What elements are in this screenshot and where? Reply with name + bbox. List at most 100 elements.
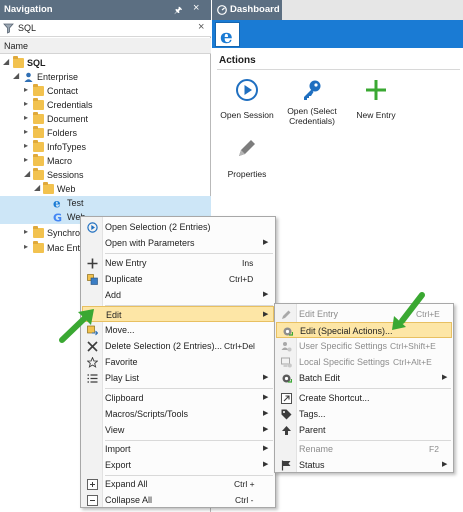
menu-item-label: Open Selection (2 Entries)	[105, 222, 211, 232]
menu-item-label: Export	[105, 460, 132, 470]
expanded-chevron-icon[interactable]: ◢	[34, 183, 40, 192]
submenu-local-specific-settings[interactable]: Local Specific Settings Ctrl+Alt+E	[276, 354, 452, 370]
submenu-batch-edit[interactable]: Batch Edit ▶	[276, 370, 452, 386]
menu-delete-selection[interactable]: Delete Selection (2 Entries)... Ctrl+Del	[82, 338, 274, 354]
menu-expand-all[interactable]: Expand All Ctrl +	[82, 476, 274, 492]
menu-edit[interactable]: Edit ▶	[82, 306, 274, 322]
submenu-tags[interactable]: Tags...	[276, 406, 452, 422]
menu-import[interactable]: Import ▶	[82, 441, 274, 457]
menu-separator	[105, 253, 273, 254]
submenu-create-shortcut[interactable]: Create Shortcut...	[276, 390, 452, 406]
menu-clipboard[interactable]: Clipboard ▶	[82, 390, 274, 406]
menu-item-shortcut: Ctrl+D	[229, 274, 254, 284]
menu-macros-scripts-tools[interactable]: Macros/Scripts/Tools ▶	[82, 406, 274, 422]
tree-item-enterprise[interactable]: ◢ Enterprise	[0, 70, 211, 84]
submenu-arrow-icon: ▶	[263, 239, 269, 246]
menu-item-label: New Entry	[105, 258, 147, 268]
tree-item-contact[interactable]: ▸ Contact	[0, 84, 211, 98]
menu-item-label: Rename	[299, 444, 334, 454]
collapsed-chevron-icon[interactable]: ▸	[24, 113, 28, 122]
menu-open-with-parameters[interactable]: Open with Parameters ▶	[82, 235, 274, 251]
tree-item-web-folder[interactable]: ◢ Web	[0, 182, 211, 196]
close-icon[interactable]: ×	[193, 2, 199, 14]
menu-export[interactable]: Export ▶	[82, 457, 274, 473]
menu-item-label: Move...	[105, 325, 135, 335]
collapsed-chevron-icon[interactable]: ▸	[24, 99, 28, 108]
pin-icon[interactable]: 🖈	[174, 3, 182, 19]
submenu-arrow-icon: ▶	[263, 291, 269, 298]
menu-view[interactable]: View ▶	[82, 422, 274, 438]
search-input[interactable]: SQL	[18, 23, 36, 33]
collapsed-chevron-icon[interactable]: ▸	[24, 141, 28, 150]
expanded-chevron-icon[interactable]: ◢	[24, 169, 30, 178]
menu-new-entry[interactable]: New Entry Ins	[82, 255, 274, 271]
menu-item-shortcut: Ins	[242, 258, 254, 268]
filter-icon[interactable]	[3, 22, 14, 34]
user-settings-icon	[281, 342, 292, 352]
navigation-header: Navigation 🖈 ×	[0, 0, 211, 20]
tree-item-macro[interactable]: ▸ Macro	[0, 154, 211, 168]
tree-item-document[interactable]: ▸ Document	[0, 112, 211, 126]
collapsed-chevron-icon[interactable]: ▸	[24, 155, 28, 164]
tree-item-sessions[interactable]: ◢ Sessions	[0, 168, 211, 182]
tree-item-sql[interactable]: ◢ SQL	[0, 56, 211, 70]
submenu-arrow-icon: ▶	[442, 461, 448, 468]
expand-icon	[87, 479, 98, 490]
tree-item-credentials[interactable]: ▸ Credentials	[0, 98, 211, 112]
tree-item-label: Test	[67, 198, 84, 208]
open-session-action[interactable]: Open Session	[214, 78, 280, 128]
tree-item-label: Credentials	[47, 100, 93, 110]
folder-icon	[33, 98, 44, 110]
menu-open-selection[interactable]: Open Selection (2 Entries)	[82, 219, 274, 235]
name-column-header[interactable]: Name	[0, 38, 211, 54]
collapsed-chevron-icon[interactable]: ▸	[24, 85, 28, 94]
menu-item-label: Status	[299, 460, 325, 470]
menu-item-label: Delete Selection (2 Entries)...	[105, 341, 223, 351]
menu-add[interactable]: Add ▶	[82, 287, 274, 303]
expanded-chevron-icon[interactable]: ◢	[3, 57, 9, 66]
open-select-credentials-action[interactable]: Open (Select Credentials)	[279, 78, 345, 128]
tab-dashboard[interactable]: Dashboard	[212, 0, 282, 20]
menu-item-label: Clipboard	[105, 393, 144, 403]
annotation-arrow-special-actions	[392, 292, 425, 330]
user-icon	[24, 72, 33, 82]
tree-item-label: SQL	[27, 58, 46, 68]
menu-item-label: Play List	[105, 373, 140, 383]
folder-icon	[33, 112, 44, 124]
clear-search-icon[interactable]: ×	[198, 21, 204, 33]
menu-item-shortcut: F2	[429, 444, 439, 454]
menu-collapse-all[interactable]: Collapse All Ctrl -	[82, 492, 274, 508]
batch-edit-icon	[282, 374, 292, 383]
menu-item-label: Import	[105, 444, 131, 454]
submenu-arrow-icon: ▶	[263, 311, 269, 318]
menu-item-label: View	[105, 425, 125, 435]
annotation-arrow-edit	[59, 309, 94, 343]
tree-item-label: Web	[57, 184, 76, 194]
submenu-status[interactable]: Status ▶	[276, 457, 452, 473]
submenu-parent[interactable]: Parent	[276, 422, 452, 438]
submenu-user-specific-settings[interactable]: User Specific Settings Ctrl+Shift+E	[276, 338, 452, 354]
tree-item-infotypes[interactable]: ▸ InfoTypes	[0, 140, 211, 154]
menu-play-list[interactable]: Play List ▶	[82, 370, 274, 386]
action-label: Properties	[227, 169, 267, 179]
menu-favorite[interactable]: Favorite	[82, 354, 274, 370]
menu-move[interactable]: Move...	[82, 322, 274, 338]
tree-item-test[interactable]: e Test	[0, 196, 211, 211]
folder-icon	[33, 140, 44, 152]
navigation-search[interactable]: SQL ×	[0, 20, 211, 37]
tab-dashboard-label: Dashboard	[230, 4, 280, 15]
menu-item-label: Macros/Scripts/Tools	[105, 409, 189, 419]
collapsed-chevron-icon[interactable]: ▸	[24, 127, 28, 136]
tree-item-folders[interactable]: ▸ Folders	[0, 126, 211, 140]
menu-item-label: Edit (Special Actions)...	[300, 326, 393, 336]
collapsed-chevron-icon[interactable]: ▸	[24, 227, 28, 236]
tree-item-label: Folders	[47, 128, 78, 138]
submenu-arrow-icon: ▶	[442, 374, 448, 381]
collapsed-chevron-icon[interactable]: ▸	[24, 242, 28, 251]
menu-duplicate[interactable]: Duplicate Ctrl+D	[82, 271, 274, 287]
submenu-rename[interactable]: Rename F2	[276, 441, 452, 457]
key-icon	[304, 80, 321, 100]
new-entry-action[interactable]: New Entry	[343, 78, 409, 128]
properties-action[interactable]: Properties	[214, 136, 280, 186]
expanded-chevron-icon[interactable]: ◢	[13, 71, 19, 80]
